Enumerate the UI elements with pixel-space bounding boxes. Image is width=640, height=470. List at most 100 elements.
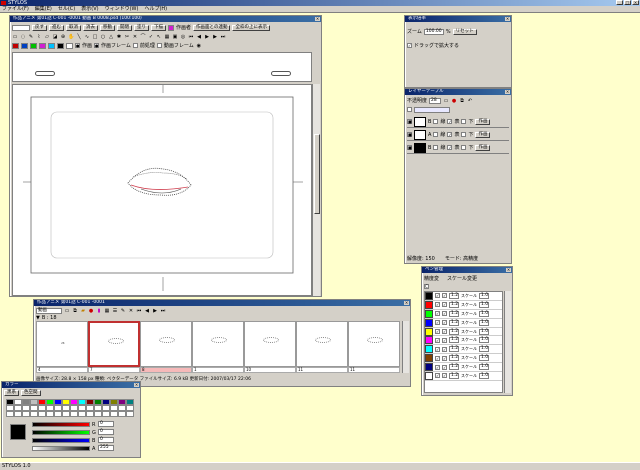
canvas-close-button[interactable]: × bbox=[315, 17, 320, 21]
pen-active-check[interactable]: ✓ bbox=[442, 373, 447, 379]
frame-number[interactable]: 4 bbox=[36, 367, 88, 373]
pen-size-field[interactable]: 1.2 bbox=[449, 372, 459, 379]
pen-enabled-check[interactable]: ✓ bbox=[435, 293, 440, 299]
link-button[interactable]: 作画面との連動 bbox=[193, 24, 231, 31]
edit-icon[interactable]: ✎ bbox=[120, 308, 126, 314]
target-tool-icon[interactable]: ◎ bbox=[180, 34, 186, 40]
layer-flag-check[interactable] bbox=[433, 119, 439, 124]
layer-filter-select[interactable] bbox=[414, 106, 450, 113]
delete-icon[interactable]: ✕ bbox=[128, 308, 134, 314]
drawing-canvas[interactable] bbox=[12, 84, 312, 296]
pen-row[interactable]: ✓ ✓ 1.2 スケール 1.0 bbox=[425, 327, 502, 337]
pen-enabled-check[interactable]: ✓ bbox=[435, 329, 440, 334]
pen-color-swatch[interactable] bbox=[425, 371, 433, 380]
pen-color-swatch[interactable] bbox=[425, 318, 433, 327]
menu-cell[interactable]: セル(C) bbox=[58, 6, 75, 12]
frame-number[interactable]: 8 bbox=[140, 367, 192, 373]
alpha-value[interactable]: 255 bbox=[98, 445, 114, 451]
layer-visible-check[interactable]: ■ bbox=[407, 132, 412, 137]
pen-color-swatch[interactable] bbox=[425, 363, 433, 372]
pen-active-check[interactable]: ✓ bbox=[442, 329, 447, 334]
layer-filter-check[interactable] bbox=[407, 107, 412, 112]
pen-active-check[interactable]: ✓ bbox=[442, 302, 447, 308]
layer-row[interactable]: ■ A 線 ✓ 表 下 作画 bbox=[407, 129, 509, 141]
pen-scale-field[interactable]: 1.0 bbox=[479, 328, 489, 335]
blue-slider[interactable] bbox=[32, 438, 90, 443]
next-frame-icon[interactable]: ▶ bbox=[212, 34, 218, 40]
layer-visible-check[interactable]: ■ bbox=[407, 119, 412, 124]
bucket-tool-icon[interactable]: ◪ bbox=[52, 34, 58, 40]
color-cyan-swatch[interactable] bbox=[48, 42, 55, 49]
merge-icon[interactable]: ⧉ bbox=[459, 98, 465, 104]
alpha-slider[interactable] bbox=[32, 446, 90, 451]
pen-enabled-check[interactable]: ✓ bbox=[435, 346, 440, 352]
draw-frame-radio[interactable]: ● bbox=[94, 43, 100, 48]
menu-help[interactable]: ヘルプ(H) bbox=[144, 6, 167, 12]
undo-button[interactable]: 戻す bbox=[32, 24, 47, 31]
line-tool-icon[interactable]: ╲ bbox=[76, 34, 82, 40]
pen-row[interactable]: ✓ ✓ 1.2 スケール 1.0 bbox=[425, 363, 502, 373]
pen-scrollbar[interactable] bbox=[504, 291, 511, 393]
palette-swatch[interactable] bbox=[78, 411, 86, 417]
pen-size-field[interactable]: 1.2 bbox=[449, 346, 459, 353]
pen-enabled-check[interactable]: ✓ bbox=[435, 311, 440, 317]
green-slider[interactable] bbox=[32, 430, 90, 435]
frame-number[interactable]: 10 bbox=[244, 367, 296, 373]
scale-tab[interactable]: スケール変更 bbox=[447, 275, 477, 282]
palette-swatch[interactable] bbox=[118, 411, 126, 417]
pen-size-field[interactable]: 1.2 bbox=[449, 292, 459, 299]
cross-tool-icon[interactable]: ✕ bbox=[132, 34, 138, 40]
grid-icon[interactable]: ▦ bbox=[104, 308, 110, 314]
pen-active-check[interactable]: ✓ bbox=[442, 337, 447, 343]
pen-enabled-check[interactable]: ✓ bbox=[435, 320, 440, 326]
canvas-scrollbar[interactable] bbox=[312, 84, 320, 296]
frame-thumb[interactable] bbox=[140, 321, 192, 367]
pen-scale-field[interactable]: 1.0 bbox=[479, 337, 489, 344]
pen-row[interactable]: ✓ ✓ 1.2 スケール 1.0 bbox=[425, 309, 502, 319]
palette-swatch[interactable] bbox=[30, 411, 38, 417]
delete-layer-icon[interactable]: ● bbox=[451, 98, 457, 104]
last-frame-icon[interactable]: ⏭ bbox=[220, 34, 226, 40]
palette-swatch[interactable] bbox=[70, 411, 78, 417]
frame-thumb[interactable] bbox=[348, 321, 400, 367]
pen-active-check[interactable]: ✓ bbox=[442, 293, 447, 299]
layer-row[interactable]: ■ B 線 ✓ 表 下 作画 bbox=[407, 142, 509, 154]
artist-color-swatch[interactable] bbox=[168, 24, 174, 31]
frame-thumb[interactable] bbox=[36, 321, 88, 367]
layer-flag-check[interactable] bbox=[433, 132, 439, 137]
grid-tool-icon[interactable]: ▦ bbox=[164, 34, 170, 40]
eraser-tool-icon[interactable]: ▱ bbox=[44, 34, 50, 40]
current-color-swatch[interactable] bbox=[10, 424, 26, 440]
frame-number[interactable]: 7 bbox=[88, 367, 140, 373]
layer-flag-check[interactable]: ✓ bbox=[447, 132, 453, 137]
palette-swatch[interactable] bbox=[6, 411, 14, 417]
pen-row[interactable]: ✓ ✓ 1.2 スケール 1.0 bbox=[425, 345, 502, 355]
sketch-button[interactable]: 下描 bbox=[151, 24, 166, 31]
minimize-button[interactable]: _ bbox=[616, 0, 623, 5]
layer-flag-check[interactable] bbox=[461, 132, 467, 137]
pen-size-field[interactable]: 1.2 bbox=[449, 319, 459, 326]
pen-scale-field[interactable]: 1.0 bbox=[479, 292, 489, 299]
brush-tool-icon[interactable]: ⌇ bbox=[36, 34, 42, 40]
play-icon[interactable]: ▶ bbox=[204, 34, 210, 40]
maximize-button[interactable]: □ bbox=[624, 0, 631, 5]
layer-flag-check[interactable]: ✓ bbox=[447, 119, 453, 124]
menu-view[interactable]: 表示(V) bbox=[81, 6, 98, 12]
frame-number[interactable]: 11 bbox=[348, 367, 400, 373]
pen-close-button[interactable]: × bbox=[506, 268, 511, 272]
palette-swatch[interactable] bbox=[54, 411, 62, 417]
blue-value[interactable]: 0 bbox=[98, 437, 114, 443]
pen-active-check[interactable]: ✓ bbox=[442, 346, 447, 352]
pen-enabled-check[interactable]: ✓ bbox=[435, 302, 440, 308]
pen-scale-field[interactable]: 1.0 bbox=[479, 372, 489, 379]
pen-size-field[interactable]: 1.2 bbox=[449, 355, 459, 362]
layer-name-field[interactable] bbox=[12, 24, 30, 31]
fill-button[interactable]: 塗り bbox=[134, 24, 149, 31]
opacity-input[interactable]: 28 bbox=[429, 97, 442, 104]
frame-thumb[interactable] bbox=[244, 321, 296, 367]
pen-size-field[interactable]: 1.2 bbox=[449, 310, 459, 317]
pen-all-check[interactable]: C bbox=[424, 284, 429, 289]
pen-color-swatch[interactable] bbox=[425, 300, 433, 309]
frame-thumb-selected[interactable] bbox=[88, 321, 140, 367]
color-close-button[interactable]: × bbox=[134, 383, 139, 387]
